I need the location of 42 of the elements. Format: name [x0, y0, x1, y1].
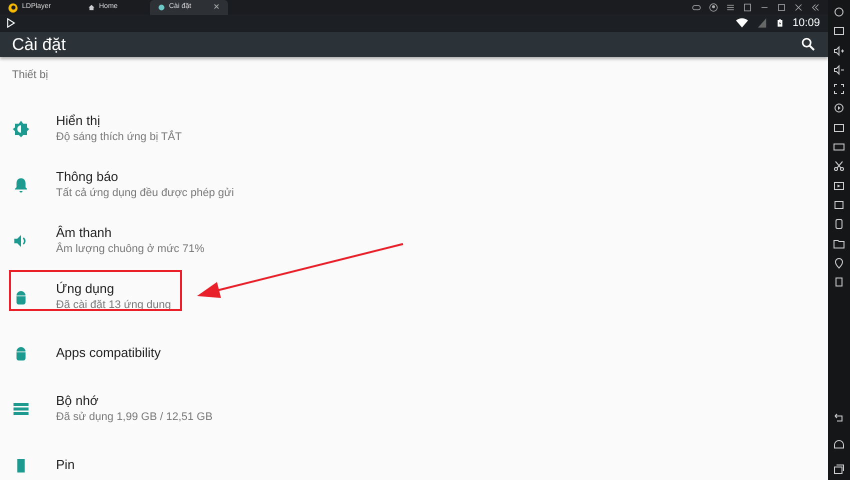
page-title: Cài đặt [12, 34, 66, 56]
setting-summary: Độ sáng thích ứng bị TẮT [56, 130, 182, 145]
section-header: Thiết bị [12, 69, 48, 81]
phone-icon[interactable] [833, 218, 845, 230]
home-icon [88, 4, 95, 11]
signal-icon [757, 17, 768, 30]
volume-up-icon[interactable] [833, 44, 845, 57]
setting-title[interactable]: Âm thanh [56, 225, 204, 242]
scissors-icon[interactable] [833, 160, 845, 172]
search-icon[interactable] [800, 36, 816, 52]
menu-icon[interactable] [726, 3, 735, 12]
close-icon[interactable] [794, 3, 803, 12]
wifi-icon [735, 17, 750, 30]
setting-title[interactable]: Pin [56, 456, 75, 474]
home-icon[interactable] [833, 438, 845, 450]
play-store-icon [6, 18, 16, 28]
window-icon[interactable] [743, 3, 752, 12]
folder-icon[interactable] [833, 238, 845, 250]
setting-summary: Âm lượng chuông ở mức 71% [56, 242, 204, 257]
fullscreen-icon[interactable] [833, 83, 845, 96]
status-time: 10:09 [792, 16, 820, 31]
setting-title[interactable]: Ứng dụng [56, 281, 172, 298]
logo-icon [8, 2, 18, 12]
setting-title[interactable]: Hiển thị [56, 113, 182, 130]
setting-summary: Tất cả ứng dụng đều được phép gửi [56, 186, 234, 201]
video-icon[interactable] [833, 180, 845, 192]
location-icon[interactable] [833, 256, 845, 269]
collapse-icon[interactable] [811, 3, 820, 12]
maximize-icon[interactable] [777, 3, 786, 12]
bell-icon [12, 176, 30, 194]
recent-apps-icon[interactable] [833, 463, 845, 475]
screen-icon[interactable] [833, 122, 845, 134]
volume-down-icon[interactable] [833, 64, 845, 76]
back-icon[interactable] [833, 412, 845, 424]
storage-icon [12, 400, 30, 418]
setting-summary: Đã sử dụng 1,99 GB / 12,51 GB [56, 410, 213, 425]
close-icon[interactable] [213, 2, 220, 10]
setting-title[interactable]: Bộ nhớ [56, 393, 213, 410]
setting-title[interactable]: Thông báo [56, 169, 234, 186]
brightness-icon [12, 120, 30, 138]
screen-icon[interactable] [833, 198, 845, 211]
setting-title[interactable]: Apps compatibility [56, 344, 161, 362]
